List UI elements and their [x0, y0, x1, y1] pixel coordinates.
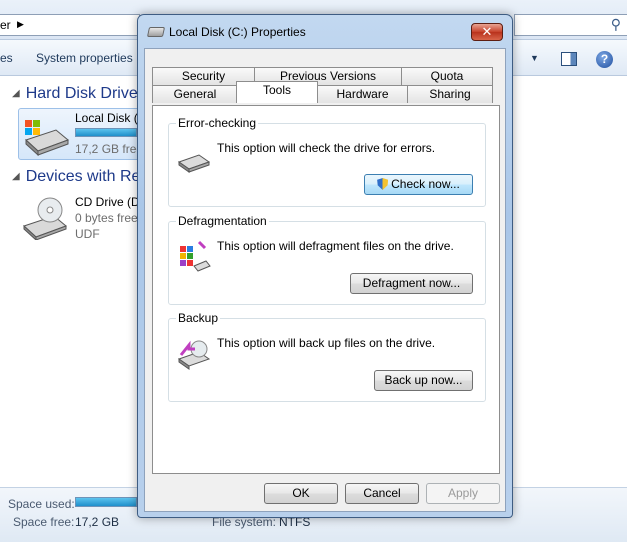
group-title: Hard Disk Drives [25, 85, 146, 102]
groupbox-error-checking: Error-checking This option will check th… [168, 116, 486, 207]
drive-title-icon [146, 27, 166, 37]
cd-drive-filesystem: UDF [75, 227, 100, 241]
hard-drive-windows-icon [25, 120, 69, 156]
group-title: Devices with Rem [25, 168, 154, 185]
groupbox-description: This option will defragment files on the… [217, 239, 454, 253]
backup-icon [177, 340, 211, 370]
close-button[interactable]: ✕ [471, 23, 503, 41]
groupbox-title: Backup [176, 311, 221, 325]
back-up-now-button[interactable]: Back up now... [374, 370, 473, 391]
space-free-label: Space free: [13, 515, 75, 529]
tab-hardware[interactable]: Hardware [317, 85, 408, 103]
local-disk-name: Local Disk (C [75, 111, 147, 125]
cancel-button[interactable]: Cancel [345, 483, 419, 504]
local-disk-usage-bar [75, 128, 137, 137]
group-header-hard-disks[interactable]: ◢ Hard Disk Drives [12, 85, 146, 103]
help-icon[interactable]: ? [596, 51, 613, 68]
tab-sharing[interactable]: Sharing [407, 85, 493, 103]
groupbox-description: This option will back up files on the dr… [217, 336, 436, 350]
check-now-label: Check now... [391, 177, 460, 191]
defragment-now-button[interactable]: Defragment now... [350, 273, 473, 294]
system-properties-button[interactable]: System properties [36, 51, 133, 65]
groupbox-defragmentation: Defragmentation This option will defragm… [168, 214, 486, 305]
properties-dialog: Local Disk (C:) Properties ✕ Security Pr… [137, 14, 513, 518]
tools-tab-panel: Error-checking This option will check th… [152, 105, 500, 474]
apply-button[interactable]: Apply [426, 483, 500, 504]
tab-quota[interactable]: Quota [401, 67, 493, 85]
command-item-cut[interactable]: es [0, 51, 13, 65]
ok-button[interactable]: OK [264, 483, 338, 504]
collapse-icon[interactable]: ◢ [12, 88, 20, 99]
cd-drive-free: 0 bytes free [75, 211, 138, 225]
tab-tools[interactable]: Tools [236, 81, 318, 103]
preview-pane-icon[interactable] [561, 52, 577, 66]
space-used-label: Space used: [8, 497, 75, 511]
groupbox-title: Error-checking [176, 116, 259, 130]
collapse-icon[interactable]: ◢ [12, 171, 20, 182]
dialog-client: Security Previous Versions Quota General… [144, 48, 506, 512]
view-dropdown-icon[interactable]: ▼ [530, 53, 539, 63]
groupbox-backup: Backup This option will back up files on… [168, 311, 486, 402]
space-free-value: 17,2 GB [75, 515, 120, 529]
cd-drive-icon [23, 197, 67, 240]
defragment-icon [180, 240, 211, 272]
groupbox-description: This option will check the drive for err… [217, 141, 436, 155]
groupbox-title: Defragmentation [176, 214, 269, 228]
uac-shield-icon [377, 178, 389, 190]
search-input[interactable]: ⚲ [514, 14, 627, 36]
address-text: er [0, 18, 11, 32]
local-disk-free: 17,2 GB free [75, 142, 144, 156]
tab-general[interactable]: General [152, 85, 238, 103]
dialog-title: Local Disk (C:) Properties [169, 25, 306, 39]
hard-drive-icon [177, 154, 211, 173]
search-icon[interactable]: ⚲ [611, 16, 621, 33]
close-icon: ✕ [481, 24, 493, 39]
group-header-removable[interactable]: ◢ Devices with Rem [12, 168, 154, 186]
check-now-button[interactable]: Check now... [364, 174, 473, 195]
breadcrumb-arrow-icon[interactable]: ▶ [17, 19, 24, 30]
cd-drive-name: CD Drive (D [75, 195, 140, 209]
space-used-bar [75, 497, 137, 507]
